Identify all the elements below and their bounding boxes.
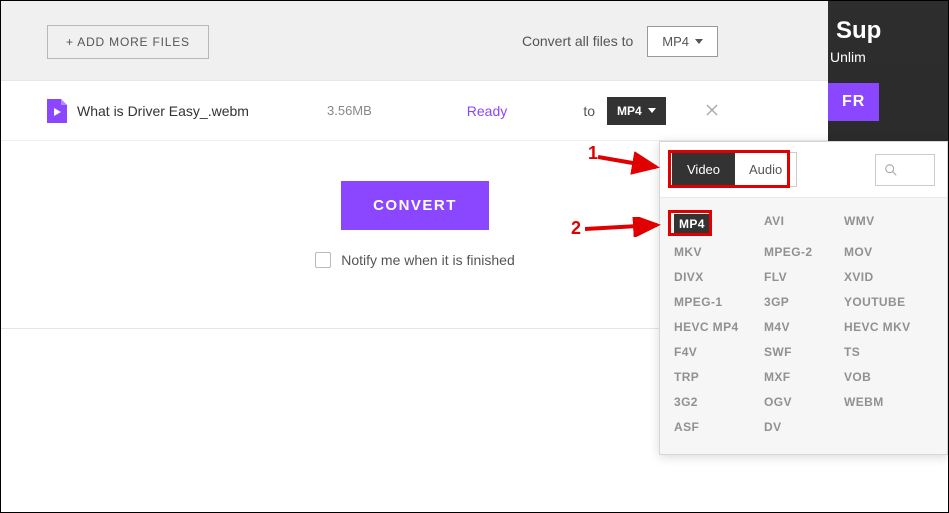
file-format-value: MP4 [617, 104, 642, 118]
file-row: What is Driver Easy_.webm 3.56MB Ready t… [1, 81, 829, 141]
format-option-empty [844, 420, 949, 434]
file-size: 3.56MB [327, 103, 427, 118]
format-option-mov[interactable]: MOV [844, 245, 949, 259]
format-option-3gp[interactable]: 3GP [764, 295, 844, 309]
annotation-number-1: 1 [588, 143, 598, 164]
format-option-hevcmkv[interactable]: HEVC MKV [844, 320, 949, 334]
format-option-hevcmp4[interactable]: HEVC MP4 [674, 320, 764, 334]
format-option-mpeg1[interactable]: MPEG-1 [674, 295, 764, 309]
close-icon [706, 104, 718, 116]
tab-video[interactable]: Video [672, 152, 735, 187]
chevron-down-icon [695, 39, 703, 44]
format-option-avi[interactable]: AVI [764, 214, 844, 234]
annotation-number-2: 2 [571, 218, 581, 239]
file-status: Ready [427, 103, 547, 119]
format-grid: MP4 AVI WMV MKV MPEG-2 MOV DIVX FLV XVID… [660, 198, 947, 454]
notify-label: Notify me when it is finished [341, 252, 515, 268]
format-option-mxf[interactable]: MXF [764, 370, 844, 384]
format-option-xvid[interactable]: XVID [844, 270, 949, 284]
format-search-input[interactable] [875, 154, 935, 186]
annotation-arrow-1 [598, 151, 668, 179]
promo-banner: Sup Unlim FR [828, 1, 948, 161]
convert-all-area: Convert all files to MP4 [522, 1, 828, 81]
format-option-ts[interactable]: TS [844, 345, 949, 359]
file-name: What is Driver Easy_.webm [77, 103, 327, 119]
promo-title: Sup [836, 17, 948, 45]
notify-checkbox[interactable] [315, 252, 331, 268]
convert-button[interactable]: CONVERT [341, 181, 489, 230]
top-bar: + ADD MORE FILES Convert all files to MP… [1, 1, 829, 81]
format-option-f4v[interactable]: F4V [674, 345, 764, 359]
format-option-divx[interactable]: DIVX [674, 270, 764, 284]
file-video-icon [47, 99, 67, 123]
format-option-vob[interactable]: VOB [844, 370, 949, 384]
dropdown-tabs: Video Audio [660, 142, 947, 198]
file-format-dropdown[interactable]: MP4 [607, 97, 666, 125]
convert-all-format-dropdown[interactable]: MP4 [647, 26, 718, 57]
promo-subtitle: Unlim [830, 49, 948, 65]
promo-cta-button[interactable]: FR [828, 83, 879, 121]
format-option-dv[interactable]: DV [764, 420, 844, 434]
add-more-files-button[interactable]: + ADD MORE FILES [47, 25, 209, 59]
convert-all-format-value: MP4 [662, 34, 689, 49]
remove-file-button[interactable] [706, 100, 718, 121]
chevron-down-icon [648, 108, 656, 113]
format-option-3g2[interactable]: 3G2 [674, 395, 764, 409]
format-option-youtube[interactable]: YOUTUBE [844, 295, 949, 309]
format-option-wmv[interactable]: WMV [844, 214, 949, 234]
format-option-webm[interactable]: WEBM [844, 395, 949, 409]
format-dropdown-panel: Video Audio MP4 AVI WMV MKV MPEG-2 MOV D… [659, 141, 948, 455]
search-icon [884, 163, 898, 177]
format-option-mp4[interactable]: MP4 [674, 214, 710, 234]
format-option-mpeg2[interactable]: MPEG-2 [764, 245, 844, 259]
tab-audio[interactable]: Audio [735, 152, 797, 187]
format-option-swf[interactable]: SWF [764, 345, 844, 359]
convert-all-label: Convert all files to [522, 33, 633, 49]
format-option-m4v[interactable]: M4V [764, 320, 844, 334]
format-option-trp[interactable]: TRP [674, 370, 764, 384]
format-option-ogv[interactable]: OGV [764, 395, 844, 409]
annotation-arrow-2 [585, 217, 667, 237]
format-option-flv[interactable]: FLV [764, 270, 844, 284]
file-to-label: to [547, 103, 607, 119]
format-option-mkv[interactable]: MKV [674, 245, 764, 259]
format-option-asf[interactable]: ASF [674, 420, 764, 434]
